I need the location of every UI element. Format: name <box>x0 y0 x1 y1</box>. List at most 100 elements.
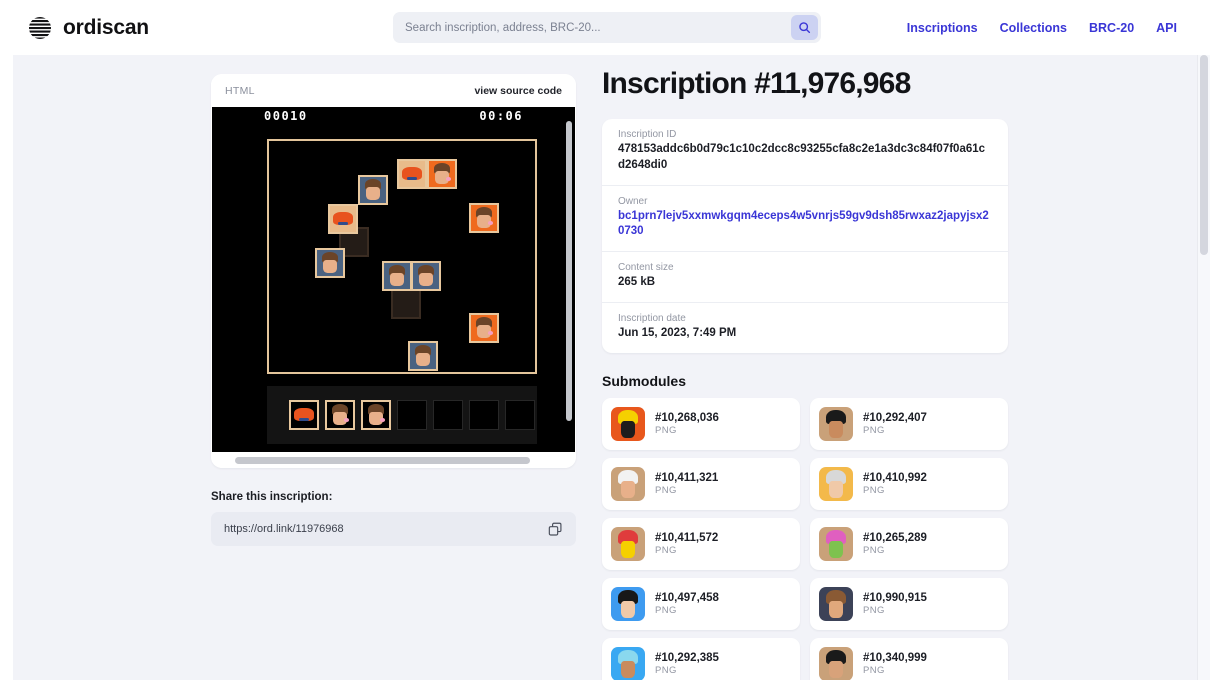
site-header: ordiscan Inscriptions Collections BRC-20… <box>0 0 1197 55</box>
submodule-type: PNG <box>863 544 885 556</box>
game-tile[interactable] <box>408 341 438 371</box>
copy-icon <box>548 522 562 536</box>
submodule-card[interactable]: #10,411,572 PNG <box>602 517 800 570</box>
search-input[interactable] <box>393 21 791 34</box>
tray-slot[interactable] <box>433 400 463 430</box>
nav-link-api[interactable]: API <box>1156 21 1177 35</box>
inscription-preview-card: HTML view source code 00010 00:06 <box>211 74 576 468</box>
left-column: HTML view source code 00010 00:06 Share … <box>211 74 576 546</box>
submodule-card[interactable]: #10,265,289 PNG <box>810 517 1008 570</box>
inscription-date-value: Jun 15, 2023, 7:49 PM <box>618 326 737 339</box>
tray-slot[interactable] <box>397 400 427 430</box>
submodules-grid: #10,268,036 PNG #10,292,407 PNG #10,411,321 P… <box>602 397 1008 680</box>
submodule-card[interactable]: #10,268,036 PNG <box>602 397 800 450</box>
game-tile[interactable] <box>469 313 499 343</box>
search-icon <box>799 22 811 34</box>
page-title: Inscription #11,976,968 <box>602 67 911 100</box>
submodule-id: #10,990,915 <box>863 591 927 604</box>
game-tile[interactable] <box>469 203 499 233</box>
game-tile[interactable] <box>427 159 457 189</box>
nav-link-inscriptions[interactable]: Inscriptions <box>907 21 978 35</box>
submodule-thumbnail <box>611 466 645 501</box>
submodule-card[interactable]: #10,990,915 PNG <box>810 577 1008 630</box>
submodule-thumbnail <box>819 646 853 680</box>
submodule-meta: #10,497,458 PNG <box>655 592 719 616</box>
info-row-owner: Owner bc1prn7lejv5xxmwkgqm4eceps4w5vnrjs… <box>602 186 1008 252</box>
preview-vertical-scrollbar[interactable] <box>566 121 572 421</box>
inscription-id-value: 478153addc6b0d79c1c10c2dcc8c93255cfa8c2e… <box>618 143 986 171</box>
nav-link-collections[interactable]: Collections <box>1000 21 1067 35</box>
inscription-info-card: Inscription ID 478153addc6b0d79c1c10c2dc… <box>602 119 1008 353</box>
content-type-label: HTML <box>225 84 255 97</box>
brand-logo[interactable]: ordiscan <box>27 15 149 41</box>
info-row-inscription-id: Inscription ID 478153addc6b0d79c1c10c2dc… <box>602 119 1008 186</box>
tray-slot[interactable] <box>361 400 391 430</box>
game-tray[interactable] <box>267 386 537 444</box>
tray-slot[interactable] <box>469 400 499 430</box>
submodule-meta: #10,990,915 PNG <box>863 592 927 616</box>
game-tile[interactable] <box>382 261 412 291</box>
search-bar[interactable] <box>393 12 821 43</box>
main-nav: Inscriptions Collections BRC-20 API <box>907 0 1177 55</box>
submodule-thumbnail <box>611 526 645 561</box>
game-tile[interactable] <box>397 159 427 189</box>
submodule-thumbnail <box>819 526 853 561</box>
submodule-meta: #10,292,385 PNG <box>655 652 719 676</box>
submodule-meta: #10,268,036 PNG <box>655 412 719 436</box>
submodule-card[interactable]: #10,497,458 PNG <box>602 577 800 630</box>
submodule-thumbnail <box>819 466 853 501</box>
submodule-type: PNG <box>655 484 677 496</box>
submodule-card[interactable]: #10,292,385 PNG <box>602 637 800 680</box>
game-play-area[interactable] <box>267 139 537 374</box>
submodule-card[interactable]: #10,340,999 PNG <box>810 637 1008 680</box>
submodule-thumbnail <box>819 586 853 621</box>
nav-link-brc20[interactable]: BRC-20 <box>1089 21 1134 35</box>
submodule-meta: #10,410,992 PNG <box>863 472 927 496</box>
tray-slot[interactable] <box>289 400 319 430</box>
info-row-inscription-date: Inscription date Jun 15, 2023, 7:49 PM <box>602 303 1008 353</box>
view-source-code-link[interactable]: view source code <box>474 85 562 97</box>
inscription-iframe[interactable]: 00010 00:06 <box>212 107 575 452</box>
scrollbar-thumb[interactable] <box>235 456 530 464</box>
game-canvas[interactable]: 00010 00:06 <box>212 107 575 452</box>
copy-link-button[interactable] <box>548 522 563 537</box>
info-row-content-size: Content size 265 kB <box>602 252 1008 303</box>
submodule-id: #10,411,572 <box>655 531 719 544</box>
owner-address-link[interactable]: bc1prn7lejv5xxmwkgqm4eceps4w5vnrjs59gv9d… <box>618 209 992 241</box>
submodule-thumbnail <box>611 646 645 680</box>
game-tile[interactable] <box>391 289 421 319</box>
game-tile[interactable] <box>358 175 388 205</box>
tray-slot[interactable] <box>505 400 535 430</box>
submodule-thumbnail <box>611 406 645 441</box>
submodule-card[interactable]: #10,411,321 PNG <box>602 457 800 510</box>
share-url-box[interactable]: https://ord.link/11976968 <box>211 512 576 546</box>
main-content: HTML view source code 00010 00:06 Share … <box>13 55 1197 680</box>
submodule-type: PNG <box>655 424 677 436</box>
tray-slot[interactable] <box>325 400 355 430</box>
info-key: Owner <box>618 195 648 207</box>
submodule-id: #10,292,385 <box>655 651 719 664</box>
brand-name: ordiscan <box>63 15 149 39</box>
preview-horizontal-scrollbar[interactable] <box>211 452 576 468</box>
submodule-id: #10,340,999 <box>863 651 927 664</box>
game-tile[interactable] <box>328 204 358 234</box>
game-tile[interactable] <box>411 261 441 291</box>
submodule-id: #10,410,992 <box>863 471 927 484</box>
submodule-type: PNG <box>863 604 885 616</box>
submodule-card[interactable]: #10,410,992 PNG <box>810 457 1008 510</box>
right-column: Inscription #11,976,968 Inscription ID 4… <box>602 67 1008 680</box>
submodule-card[interactable]: #10,292,407 PNG <box>810 397 1008 450</box>
page-scrollbar[interactable] <box>1197 55 1210 680</box>
submodule-type: PNG <box>863 664 885 676</box>
submodule-type: PNG <box>655 604 677 616</box>
submodule-meta: #10,411,321 PNG <box>655 472 718 496</box>
page-root: ordiscan Inscriptions Collections BRC-20… <box>0 0 1210 680</box>
game-tile[interactable] <box>315 248 345 278</box>
share-label: Share this inscription: <box>211 491 333 503</box>
search-button[interactable] <box>791 15 818 40</box>
submodule-id: #10,497,458 <box>655 591 719 604</box>
page-scrollbar-thumb[interactable] <box>1200 55 1208 255</box>
submodule-type: PNG <box>863 424 885 436</box>
submodule-thumbnail <box>611 586 645 621</box>
submodule-type: PNG <box>863 484 885 496</box>
